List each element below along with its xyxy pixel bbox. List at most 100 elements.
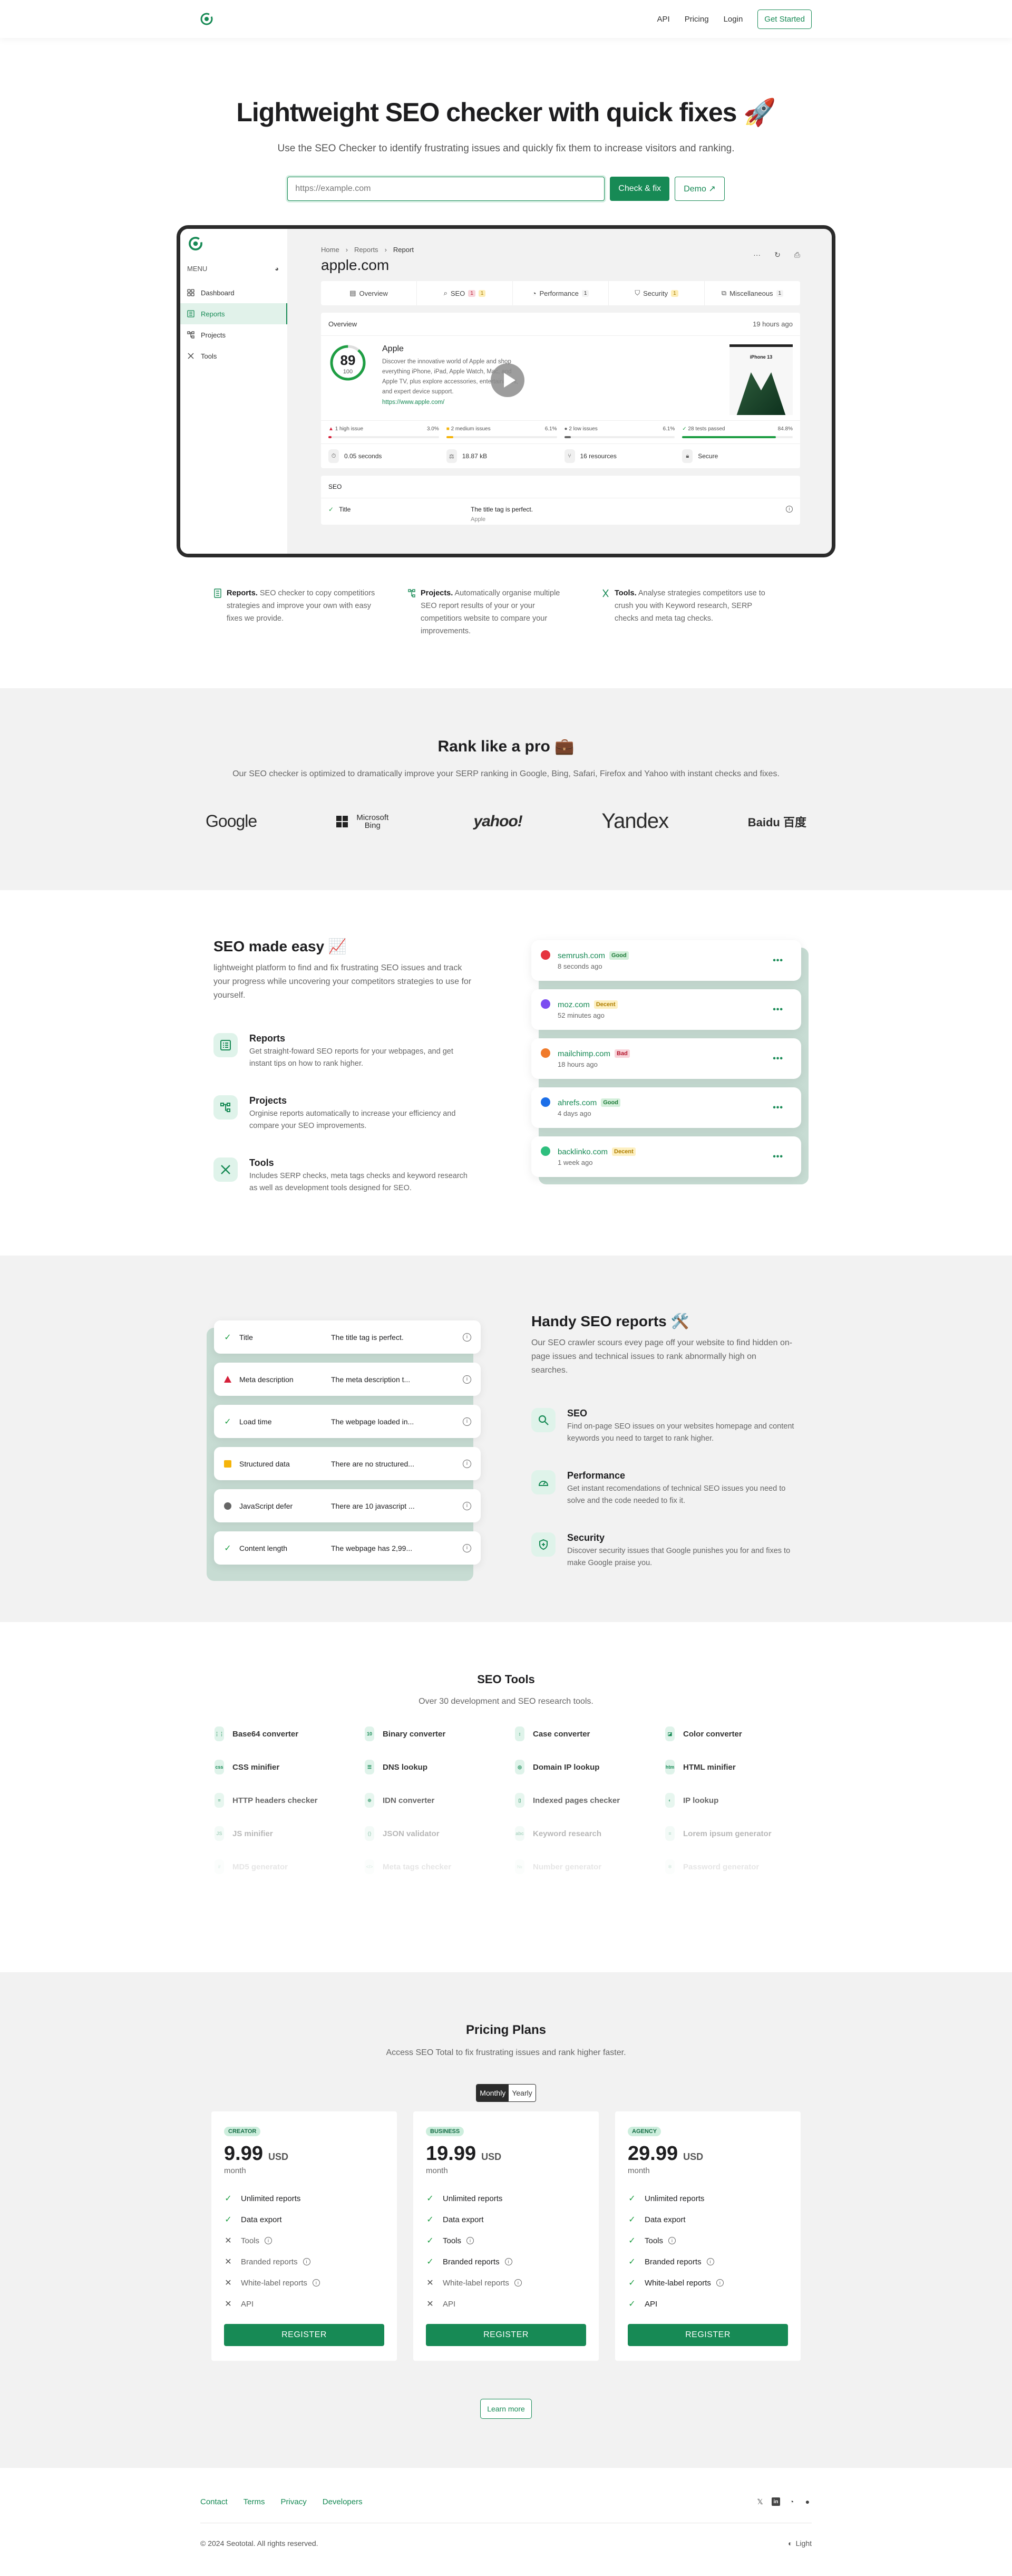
plan-card-agency: AGENCY 29.99 USD month ✓ Unlimited reports… [615, 2111, 801, 2361]
info-icon[interactable]: i [265, 2237, 273, 2244]
more-options-icon[interactable]: ••• [773, 1152, 783, 1162]
info-icon[interactable]: i [312, 2279, 320, 2286]
info-icon[interactable]: i [786, 506, 793, 513]
tab-performance[interactable]: ◔ Performance 1 [513, 281, 609, 305]
more-options-icon[interactable]: ••• [773, 1005, 783, 1015]
site-name[interactable]: semrush.com [558, 951, 605, 960]
info-icon[interactable]: i [463, 1375, 471, 1384]
tool-link[interactable]: 10 Binary converter [365, 1726, 515, 1741]
tool-link[interactable]: ✱ Password generator [665, 1859, 815, 1874]
x-icon[interactable]: 𝕏 [756, 2496, 764, 2507]
sidebar-item-tools[interactable]: Tools [180, 345, 287, 366]
info-icon[interactable]: i [466, 2237, 474, 2244]
tool-link[interactable]: ≡ Lorem ipsum generator [665, 1826, 815, 1841]
tab-miscellaneous[interactable]: ⧉ Miscellaneous 1 [705, 281, 800, 305]
breadcrumb: Home › Reports › Report [321, 246, 800, 254]
site-name[interactable]: ahrefs.com [558, 1098, 597, 1107]
sidebar-item-reports[interactable]: Reports [180, 303, 287, 324]
site-card[interactable]: semrush.com Good 8 seconds ago ••• [531, 940, 801, 981]
footer-link-privacy[interactable]: Privacy [281, 2497, 307, 2506]
mock-sidebar-nav: Dashboard Reports Projects Tools [180, 282, 287, 366]
tool-icon: 10 [365, 1726, 374, 1741]
more-options-icon[interactable]: ••• [773, 1103, 783, 1113]
tool-link[interactable]: ⋮⋮ Base64 converter [215, 1726, 365, 1741]
register-button[interactable]: REGISTER [426, 2324, 586, 2346]
nav-link-pricing[interactable]: Pricing [685, 15, 709, 24]
site-card[interactable]: mailchimp.com Bad 18 hours ago ••• [531, 1038, 801, 1079]
site-card[interactable]: backlinko.com Decent 1 week ago ••• [531, 1136, 801, 1177]
register-button[interactable]: REGISTER [628, 2324, 788, 2346]
tool-link[interactable]: ☰ DNS lookup [365, 1760, 515, 1774]
yandex-logo: Yandex [601, 809, 669, 833]
github-icon[interactable]: ◔ [787, 2496, 796, 2507]
site-card[interactable]: ahrefs.com Good 4 days ago ••• [531, 1087, 801, 1128]
refresh-icon[interactable]: ↻ [774, 250, 781, 259]
info-icon[interactable]: i [706, 2258, 714, 2265]
tool-link[interactable]: ▯ Indexed pages checker [515, 1793, 665, 1808]
footer-link-developers[interactable]: Developers [323, 2497, 363, 2506]
footer-link-terms[interactable]: Terms [244, 2497, 265, 2506]
tool-link[interactable]: htm HTML minifier [665, 1760, 815, 1774]
site-name[interactable]: moz.com [558, 1000, 590, 1009]
linkedin-icon[interactable]: in [772, 2497, 780, 2506]
info-icon[interactable]: i [463, 1543, 471, 1552]
hero-title: Lightweight SEO checker with quick fixes… [236, 98, 776, 127]
tool-link[interactable]: {} JSON validator [365, 1826, 515, 1841]
tool-link[interactable]: № Number generator [515, 1859, 665, 1874]
tool-link[interactable]: ◎ Domain IP lookup [515, 1760, 665, 1774]
tool-link[interactable]: # MD5 generator [215, 1859, 365, 1874]
tool-link[interactable]: css CSS minifier [215, 1760, 365, 1774]
more-icon[interactable]: ··· [753, 250, 761, 259]
logo[interactable] [200, 12, 213, 26]
info-icon[interactable]: i [463, 1501, 471, 1510]
tab-overview[interactable]: ▤ Overview [321, 281, 417, 305]
info-icon[interactable]: i [463, 1333, 471, 1342]
breadcrumb-home[interactable]: Home [321, 246, 339, 254]
tool-link[interactable]: </> Meta tags checker [365, 1859, 515, 1874]
print-icon[interactable]: ⎙ [794, 250, 800, 259]
url-input[interactable] [287, 177, 605, 201]
tool-link[interactable]: ⊕ IDN converter [365, 1793, 515, 1808]
site-name[interactable]: backlinko.com [558, 1147, 608, 1156]
tool-link[interactable]: JS JS minifier [215, 1826, 365, 1841]
more-options-icon[interactable]: ••• [773, 1054, 783, 1064]
low-circle-icon [224, 1502, 231, 1510]
breadcrumb-reports[interactable]: Reports [354, 246, 378, 254]
tool-link[interactable]: ≡ HTTP headers checker [215, 1793, 365, 1808]
get-started-button[interactable]: Get Started [757, 9, 812, 29]
info-icon[interactable]: i [668, 2237, 676, 2244]
more-options-icon[interactable]: ••• [773, 956, 783, 966]
tool-link[interactable]: abc Keyword research [515, 1826, 665, 1841]
tool-link[interactable]: ↕ Case converter [515, 1726, 665, 1741]
reddit-icon[interactable]: ● [803, 2496, 812, 2507]
toggle-yearly[interactable]: Yearly [509, 2085, 536, 2101]
play-video-button[interactable] [491, 363, 524, 397]
page-stats: ⏱ 0.05 seconds ⚖ 18.87 kB ⑂ 16 resources 🔒︎… [321, 444, 800, 468]
tab-security[interactable]: ⛉ Security 1 [609, 281, 705, 305]
tool-link[interactable]: ◪ Color converter [665, 1726, 815, 1741]
nav-link-login[interactable]: Login [724, 15, 743, 24]
info-icon[interactable]: i [463, 1417, 471, 1426]
site-url[interactable]: https://www.apple.com/ [382, 399, 714, 406]
info-icon[interactable]: i [716, 2279, 724, 2286]
theme-palette-icon[interactable]: ◕ [275, 265, 279, 273]
sidebar-item-projects[interactable]: Projects [180, 324, 287, 345]
theme-toggle[interactable]: ◐ Light [788, 2539, 812, 2548]
sidebar-item-dashboard[interactable]: Dashboard [180, 282, 287, 303]
site-card[interactable]: moz.com Decent 52 minutes ago ••• [531, 989, 801, 1030]
toggle-monthly[interactable]: Monthly [476, 2085, 509, 2101]
tab-seo[interactable]: ⌕ SEO 1 1 [417, 281, 513, 305]
learn-more-button[interactable]: Learn more [480, 2399, 532, 2419]
footer-link-contact[interactable]: Contact [200, 2497, 228, 2506]
register-button[interactable]: REGISTER [224, 2324, 384, 2346]
tool-link[interactable]: ◐ IP lookup [665, 1793, 815, 1808]
info-icon[interactable]: i [303, 2258, 310, 2265]
plan-feature: ✓ Data export [628, 2215, 686, 2225]
site-name[interactable]: mailchimp.com [558, 1049, 610, 1058]
demo-button[interactable]: Demo ↗ [675, 177, 725, 201]
check-fix-button[interactable]: Check & fix [610, 177, 670, 201]
info-icon[interactable]: i [463, 1459, 471, 1468]
info-icon[interactable]: i [514, 2279, 522, 2286]
nav-link-api[interactable]: API [657, 15, 670, 24]
info-icon[interactable]: i [504, 2258, 512, 2265]
